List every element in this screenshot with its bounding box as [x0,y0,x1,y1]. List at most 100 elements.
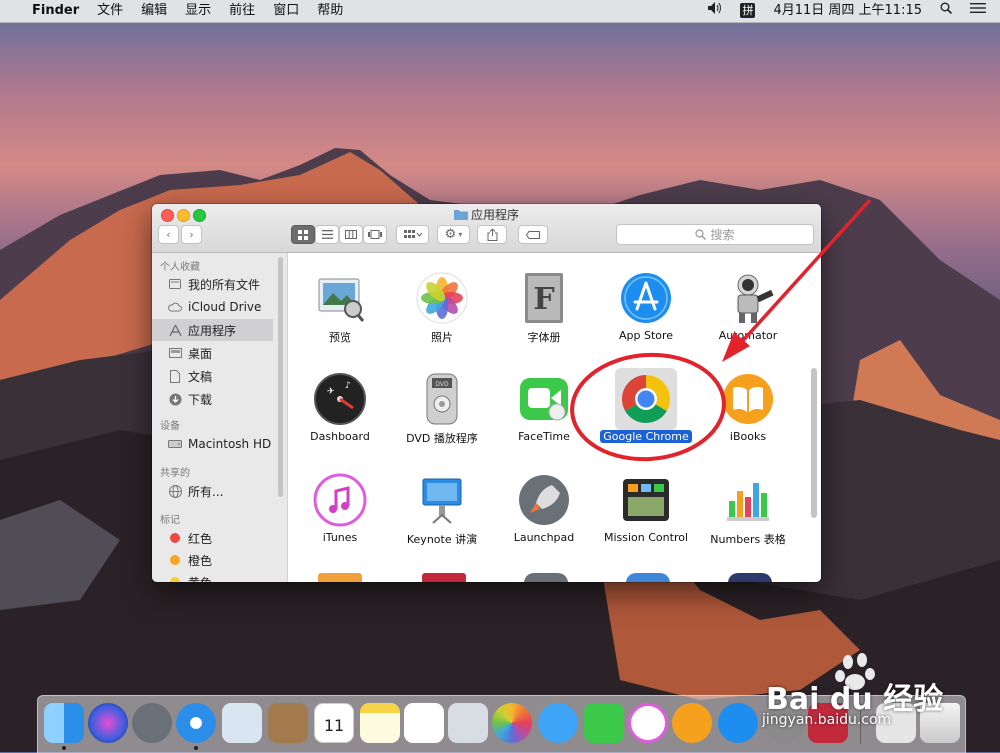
dock-siri-icon[interactable] [88,703,128,743]
app-dashboard[interactable]: ✈ ♪ Dashboard [290,372,390,443]
menu-help[interactable]: 帮助 [308,0,352,22]
sidebar-item-icloud-drive[interactable]: iCloud Drive [152,296,273,318]
app-mission-control[interactable]: Mission Control [596,473,696,544]
app-preview[interactable]: 预览 [290,271,390,345]
menu-edit[interactable]: 编辑 [132,0,176,22]
action-gear-button[interactable]: ⚙ ▾ [437,225,470,244]
share-button[interactable] [477,225,507,244]
menu-go[interactable]: 前往 [220,0,264,22]
dock-facetime-icon[interactable] [584,703,624,743]
icon-view-button[interactable] [291,225,315,244]
keynote-icon [415,473,469,527]
finder-toolbar: 应用程序 ‹ › ⚙ ▾ 搜索 [152,204,821,253]
app-store-icon [619,271,673,325]
dock-itunes-icon[interactable] [628,703,668,743]
sidebar-item-downloads[interactable]: 下载 [152,388,273,410]
menu-file[interactable]: 文件 [88,0,132,22]
dock-finder-icon[interactable] [44,703,84,743]
dock-messages-icon[interactable] [538,703,578,743]
photos-icon [415,271,469,325]
dock-app-store-icon[interactable] [718,703,758,743]
numbers-icon [721,473,775,527]
window-title: 应用程序 [152,206,821,223]
back-button[interactable]: ‹ [158,225,179,244]
sidebar-tag-orange[interactable]: 橙色 [152,549,273,571]
orange-tag-dot [170,555,180,565]
column-view-button[interactable] [339,225,363,244]
app-dvd-player[interactable]: DVD DVD 播放程序 [392,372,492,446]
forward-button[interactable]: › [181,225,202,244]
svg-text:F: F [533,282,554,317]
sidebar-scrollbar[interactable] [278,257,283,497]
search-icon [695,229,707,240]
app-menu[interactable]: Finder [23,0,88,22]
arrange-button[interactable] [396,225,429,244]
dock-photo-booth-icon[interactable] [448,703,488,743]
app-automator[interactable]: Automator [698,271,798,342]
dock-launchpad-icon[interactable] [132,703,172,743]
tag-icon [526,230,540,239]
tags-button[interactable] [518,225,548,244]
sidebar-item-documents[interactable]: 文稿 [152,365,273,387]
app-numbers[interactable]: Numbers 表格 [698,473,798,547]
dock-ibooks-icon[interactable] [672,703,712,743]
hard-drive-icon [168,437,182,451]
app-itunes[interactable]: iTunes [290,473,390,544]
sidebar-item-shared-all[interactable]: 所有... [152,480,273,502]
app-keynote[interactable]: Keynote 讲演 [392,473,492,547]
app-photos[interactable]: 照片 [392,271,492,345]
preview-icon [313,271,367,325]
sidebar-tag-red[interactable]: 红色 [152,527,273,549]
volume-icon[interactable] [699,0,731,22]
input-method-icon[interactable]: 拼 [731,0,764,22]
sidebar-item-applications[interactable]: 应用程序 [152,319,273,341]
red-tag-dot [170,533,180,543]
dock-reminders-icon[interactable] [404,703,444,743]
search-input[interactable]: 搜索 [616,224,814,245]
applications-grid: 预览 照片 F 字体册 App Store Automator ✈ ♪ Dash… [288,253,821,582]
menu-view[interactable]: 显示 [176,0,220,22]
app-google-chrome[interactable]: Google Chrome [596,368,696,443]
ibooks-icon [721,372,775,426]
app-facetime[interactable]: FaceTime [494,372,594,443]
dock-contacts-icon[interactable] [268,703,308,743]
sidebar-item-desktop[interactable]: 桌面 [152,342,273,364]
chrome-icon [615,368,677,430]
content-scrollbar[interactable] [811,368,817,518]
app-font-book[interactable]: F 字体册 [494,271,594,345]
launchpad-icon [517,473,571,527]
dock-calendar-icon[interactable]: 11 [314,703,354,743]
sidebar-tag-yellow[interactable]: 黄色 [152,571,273,582]
watermark-url: jingyan.baidu.com [762,712,892,728]
notification-center-icon[interactable] [961,0,1000,22]
app-app-store[interactable]: App Store [596,271,696,342]
menu-bar: Finder 文件 编辑 显示 前往 窗口 帮助 拼 4月11日 周四 上午11… [0,0,1000,23]
sidebar-item-all-files[interactable]: 我的所有文件 [152,273,273,295]
download-icon [168,392,182,406]
dock-safari-icon[interactable] [176,703,216,743]
finder-window: 应用程序 ‹ › ⚙ ▾ 搜索 个人收藏 我的所有文件 iCloud Drive… [152,204,821,582]
menubar-clock[interactable]: 4月11日 周四 上午11:15 [764,0,931,22]
sidebar-header-favorites: 个人收藏 [160,262,200,273]
svg-text:DVD: DVD [435,381,449,388]
partial-row-icons [288,573,821,582]
svg-text:♪: ♪ [345,381,351,391]
sidebar-header-shared: 共享的 [160,468,190,479]
gallery-view-button[interactable] [363,225,387,244]
spotlight-search-icon[interactable] [931,0,961,22]
dock-notes-icon[interactable] [360,703,400,743]
dock-photos-icon[interactable] [492,703,532,743]
dashboard-icon: ✈ ♪ [313,372,367,426]
dock-mail-icon[interactable] [222,703,262,743]
sidebar-item-macintosh-hd[interactable]: Macintosh HD [152,433,273,455]
app-ibooks[interactable]: iBooks [698,372,798,443]
all-files-icon [168,277,182,291]
finder-sidebar: 个人收藏 我的所有文件 iCloud Drive 应用程序 桌面 文稿 下载 设… [152,253,288,582]
share-icon [487,228,497,241]
sidebar-header-devices: 设备 [160,421,180,432]
list-view-button[interactable] [315,225,339,244]
dvd-player-icon: DVD [415,372,469,426]
app-launchpad[interactable]: Launchpad [494,473,594,544]
menu-window[interactable]: 窗口 [264,0,308,22]
yellow-tag-dot [170,577,180,582]
